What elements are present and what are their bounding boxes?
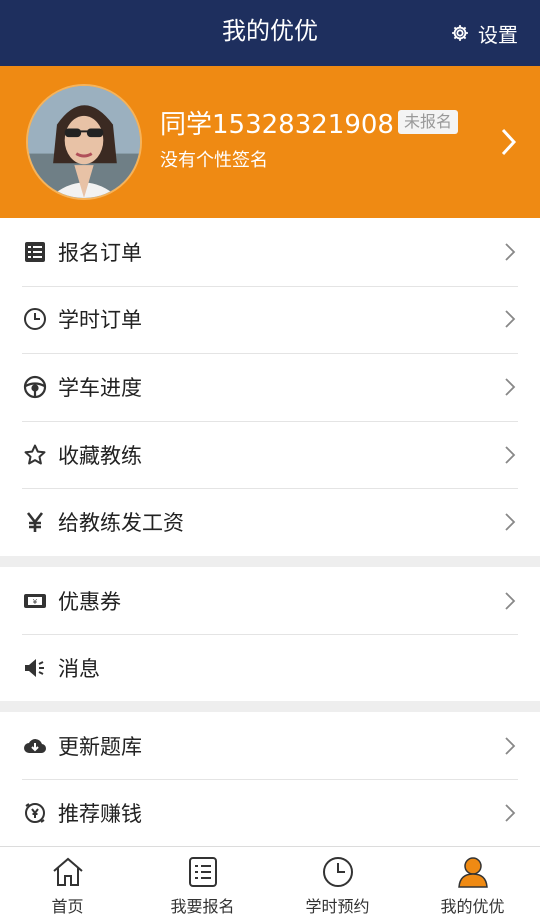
- home-icon: [52, 857, 83, 886]
- chevron-right-icon: [505, 445, 516, 464]
- list-icon: [22, 239, 48, 265]
- tab-label: 首页: [51, 896, 84, 916]
- tab-my-youyou[interactable]: 我的优优: [405, 847, 540, 924]
- chevron-right-icon: [505, 243, 516, 261]
- svg-text:¥: ¥: [33, 598, 38, 606]
- profile-card[interactable]: 同学15328321908 未报名 没有个性签名: [0, 66, 540, 218]
- menu-item-messages[interactable]: 消息: [0, 634, 540, 701]
- chevron-right-icon: [505, 736, 516, 755]
- menu-item-coupons[interactable]: ¥ 优惠券: [0, 567, 540, 634]
- chevron-right-icon: [505, 591, 516, 610]
- user-signature: 没有个性签名: [160, 150, 268, 171]
- yen-icon: [22, 509, 48, 535]
- clock-icon: [322, 856, 353, 887]
- menu-item-label: 给教练发工资: [58, 511, 184, 536]
- menu-item-hour-orders[interactable]: 学时订单: [0, 285, 540, 354]
- tab-label: 我要报名: [170, 896, 235, 916]
- coupon-icon: ¥: [22, 588, 48, 614]
- speaker-icon: [22, 655, 48, 681]
- menu-item-pay-coach[interactable]: 给教练发工资: [0, 488, 540, 556]
- tab-hour-booking[interactable]: 学时预约: [270, 847, 405, 924]
- menu-group-benefits: ¥ 优惠券 消息: [0, 567, 540, 701]
- gear-icon: [452, 25, 468, 41]
- recommend-money-icon: [22, 800, 48, 826]
- star-icon: [22, 442, 48, 468]
- settings-label: 设置: [478, 22, 518, 47]
- tab-signup[interactable]: 我要报名: [135, 847, 270, 924]
- chevron-right-icon: [501, 128, 517, 156]
- menu-item-label: 推荐赚钱: [58, 801, 142, 826]
- settings-button[interactable]: 设置: [450, 0, 518, 66]
- menu-item-signup-orders[interactable]: 报名订单: [0, 218, 540, 286]
- menu-item-update-questions[interactable]: 更新题库: [0, 712, 540, 779]
- tab-label: 学时预约: [305, 896, 370, 916]
- list-icon: [188, 856, 217, 887]
- cloud-download-icon: [22, 733, 48, 759]
- steering-wheel-icon: [22, 374, 48, 400]
- tab-home[interactable]: 首页: [0, 847, 135, 924]
- menu-item-label: 更新题库: [58, 734, 142, 759]
- tab-label: 我的优优: [440, 896, 505, 916]
- chevron-right-icon: [505, 513, 516, 531]
- chevron-right-icon: [505, 378, 516, 396]
- menu-item-label: 优惠券: [58, 589, 121, 614]
- menu-item-label: 消息: [58, 656, 100, 681]
- user-name: 同学15328321908: [160, 110, 394, 140]
- menu-item-label: 收藏教练: [58, 443, 142, 468]
- user-icon: [457, 856, 488, 888]
- clock-icon: [22, 306, 48, 332]
- menu-item-label: 学车进度: [58, 375, 142, 400]
- top-bar: 我的优优 设置: [0, 0, 540, 66]
- bottom-tab-bar: 首页 我要报名 学时预约 我的优优: [0, 846, 540, 924]
- menu-item-label: 学时订单: [58, 308, 142, 333]
- menu-item-favorite-coaches[interactable]: 收藏教练: [0, 420, 540, 489]
- menu-group-orders: 报名订单 学时订单 学车进度 收藏教练 给教练发工资: [0, 218, 540, 556]
- menu-item-driving-progress[interactable]: 学车进度: [0, 353, 540, 421]
- menu-item-refer-earn[interactable]: 推荐赚钱: [0, 779, 540, 846]
- chevron-right-icon: [505, 310, 516, 329]
- menu-group-extras: 更新题库 推荐赚钱: [0, 712, 540, 846]
- status-badge: 未报名: [398, 110, 459, 134]
- avatar[interactable]: [26, 84, 142, 200]
- chevron-right-icon: [505, 803, 516, 822]
- menu-item-label: 报名订单: [58, 240, 142, 265]
